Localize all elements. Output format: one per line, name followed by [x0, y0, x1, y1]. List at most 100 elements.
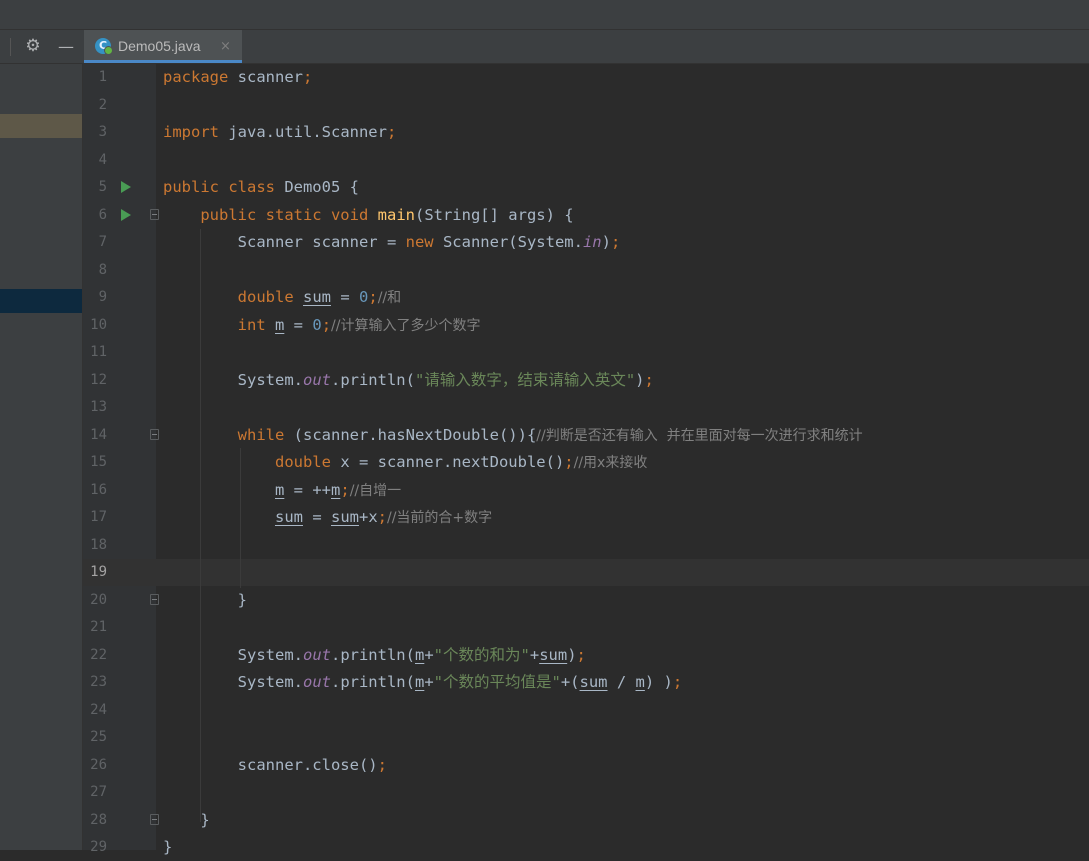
code-line[interactable]: 4: [83, 147, 1089, 174]
run-icon[interactable]: [121, 208, 131, 221]
code-text: m = ++m;//自增一: [163, 477, 401, 505]
close-icon[interactable]: ×: [220, 30, 231, 63]
code-token: 0: [359, 288, 369, 306]
line-number: 9: [98, 289, 107, 305]
line-number: 11: [90, 344, 107, 360]
code-token: ;: [321, 315, 332, 334]
code-token: }: [163, 590, 247, 609]
code-line[interactable]: 21: [83, 614, 1089, 641]
code-token: sum: [274, 508, 303, 526]
code-token: ;: [386, 123, 397, 141]
code-line[interactable]: 15 double x = scanner.nextDouble();//用x来…: [83, 449, 1089, 476]
code-token: main: [377, 205, 415, 224]
code-token: "请输入数字，结束请输入英文": [414, 370, 636, 389]
code-line[interactable]: 27: [83, 779, 1089, 806]
code-text: scanner.close();: [163, 752, 387, 779]
code-token: +x: [358, 508, 378, 526]
tab-demo05-java[interactable]: C Demo05.java ×: [84, 30, 242, 63]
code-line[interactable]: 7 Scanner scanner = new Scanner(System.i…: [83, 229, 1089, 256]
code-line[interactable]: 6 public static void main(String[] args)…: [83, 202, 1089, 229]
code-token: ;: [564, 453, 574, 471]
line-number: 5: [98, 179, 107, 195]
code-token: ;: [576, 645, 586, 664]
line-number: 8: [98, 261, 107, 278]
code-text: public static void main(String[] args) {: [163, 202, 574, 229]
line-number: 6: [98, 206, 107, 223]
code-line[interactable]: 20 }: [83, 587, 1089, 614]
code-line[interactable]: 12 System.out.println("请输入数字，结束请输入英文");: [83, 367, 1089, 394]
code-line[interactable]: 14 while (scanner.hasNextDouble()){//判断是…: [83, 422, 1089, 449]
code-token: sum: [539, 645, 568, 664]
code-token: =: [331, 288, 359, 306]
code-line[interactable]: 17 sum = sum+x;//当前的合+数字: [83, 504, 1089, 531]
code-token: out: [302, 673, 331, 691]
fold-icon[interactable]: [150, 428, 159, 440]
line-number: 26: [90, 756, 107, 773]
code-token: "个数的平均值是": [433, 673, 561, 691]
code-line[interactable]: 5 public class Demo05 {: [83, 174, 1089, 201]
code-token: //计算输入了多少个数字: [331, 317, 481, 334]
line-number: 15: [90, 454, 107, 470]
code-text: System.out.println("请输入数字，结束请输入英文");: [163, 367, 654, 394]
code-line[interactable]: 18: [83, 532, 1089, 559]
line-number: 18: [90, 536, 107, 553]
code-token: +: [424, 645, 434, 664]
code-token: System.: [163, 673, 303, 691]
code-line[interactable]: 25: [83, 724, 1089, 751]
project-tree-row-highlighted[interactable]: [0, 114, 82, 138]
settings-gear-icon[interactable]: ⚙: [22, 30, 44, 63]
code-token: (String[] args) {: [414, 205, 574, 224]
line-number: 23: [90, 674, 107, 690]
code-line[interactable]: 3 import java.util.Scanner;: [83, 119, 1089, 146]
code-token: m: [414, 645, 425, 664]
code-token: sum: [330, 508, 359, 526]
line-number: 20: [90, 591, 107, 608]
code-token: }: [163, 810, 210, 829]
code-token: /: [607, 673, 636, 691]
line-number: 19: [90, 564, 107, 580]
code-text: }: [163, 807, 210, 834]
code-line[interactable]: 10 int m = 0;//计算输入了多少个数字: [83, 312, 1089, 339]
class-icon: C: [95, 38, 113, 55]
code-line[interactable]: 28 }: [83, 807, 1089, 834]
code-line[interactable]: 2: [83, 92, 1089, 119]
code-line[interactable]: 19: [83, 559, 1089, 586]
code-line[interactable]: 11: [83, 339, 1089, 366]
fold-icon[interactable]: [150, 208, 159, 220]
code-line[interactable]: 13: [83, 394, 1089, 421]
code-token: ): [567, 645, 577, 664]
code-token: //自增一: [349, 482, 402, 499]
code-token: public class: [163, 178, 275, 196]
project-panel: [0, 64, 82, 850]
code-token: ;: [610, 233, 621, 251]
project-tree-row-selected[interactable]: [0, 289, 82, 313]
code-line[interactable]: 24: [83, 697, 1089, 724]
code-line[interactable]: 22 System.out.println(m+"个数的和为"+sum);: [83, 642, 1089, 669]
code-token: //用x来接收: [573, 455, 648, 471]
code-line[interactable]: 16 m = ++m;//自增一: [83, 477, 1089, 504]
code-text: import java.util.Scanner;: [163, 119, 396, 146]
code-line[interactable]: 8: [83, 257, 1089, 284]
fold-icon[interactable]: [150, 813, 159, 825]
code-token: m: [274, 480, 285, 499]
code-token: m: [414, 673, 425, 691]
fold-icon[interactable]: [150, 593, 159, 605]
code-token: "个数的和为": [433, 645, 530, 664]
toolbar-separator: [10, 38, 11, 56]
code-line[interactable]: 29}: [83, 834, 1089, 861]
code-token: ;: [377, 755, 387, 774]
code-line[interactable]: 23 System.out.println(m+"个数的平均值是"+(sum /…: [83, 669, 1089, 696]
line-number: 13: [90, 399, 107, 415]
editor-tab-bar: ⚙ — C Demo05.java ×: [0, 30, 1089, 64]
code-token: ;: [377, 508, 387, 526]
code-line[interactable]: 9 double sum = 0;//和: [83, 284, 1089, 311]
line-number: 28: [90, 811, 107, 828]
code-token: +: [529, 645, 540, 664]
minimize-icon[interactable]: —: [55, 30, 77, 63]
code-line[interactable]: 26 scanner.close();: [83, 752, 1089, 779]
run-icon[interactable]: [121, 181, 131, 193]
code-token: +(: [560, 673, 580, 691]
line-number: 12: [90, 371, 107, 388]
code-line[interactable]: 1 package scanner;: [83, 64, 1089, 91]
